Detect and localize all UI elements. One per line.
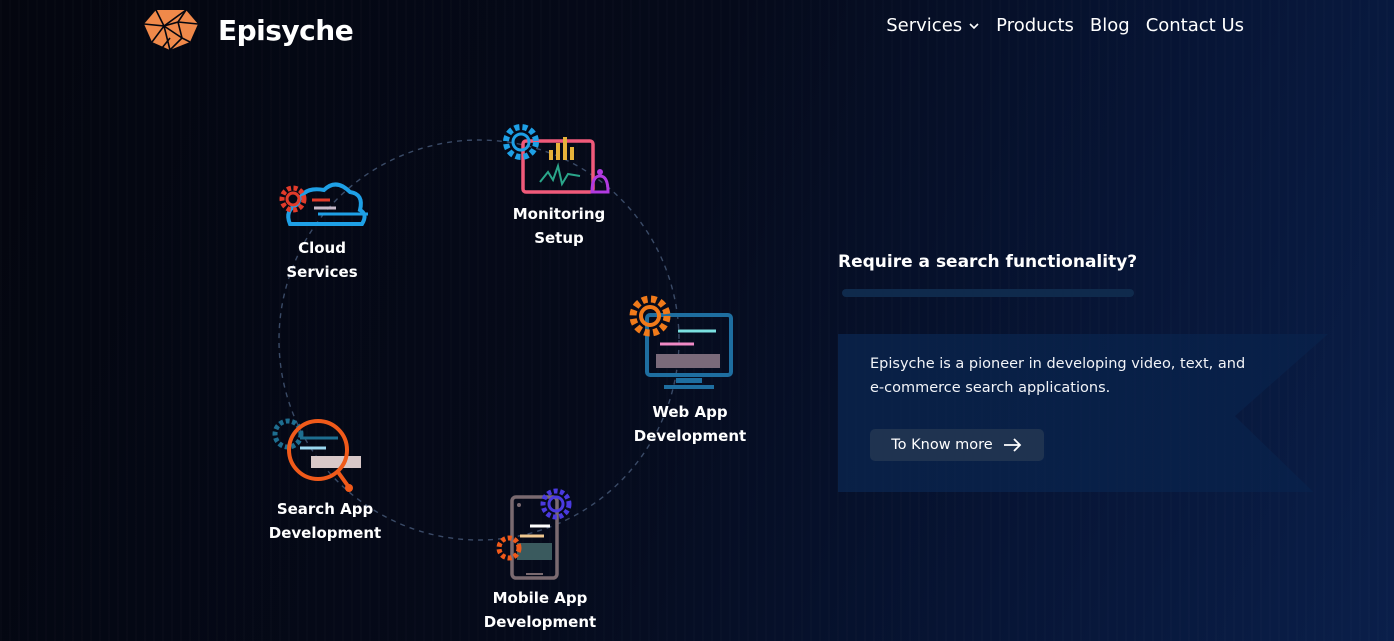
services-orbit (272, 124, 733, 580)
node-cloud-services[interactable]: Cloud Services (252, 236, 392, 284)
search-magnifier-icon[interactable] (272, 418, 361, 492)
know-more-button[interactable]: To Know more (870, 429, 1044, 461)
cloud-label-line1: Cloud (298, 239, 346, 257)
hero-headline: Require a search functionality? (838, 252, 1138, 272)
chevron-down-icon (969, 22, 979, 29)
monitoring-dashboard-icon[interactable] (503, 124, 610, 194)
monitoring-label-line2: Setup (534, 229, 584, 247)
nav-products[interactable]: Products (996, 15, 1074, 36)
hero-description: Episyche is a pioneer in developing vide… (870, 356, 1246, 396)
orbit-ring (278, 139, 680, 541)
node-search-app-development[interactable]: Search App Development (255, 497, 395, 545)
node-monitoring-setup[interactable]: Monitoring Setup (489, 202, 629, 250)
nav-services-label: Services (886, 15, 963, 36)
nav-blog[interactable]: Blog (1090, 15, 1130, 36)
know-more-label: To Know more (891, 437, 993, 453)
search-label-line1: Search App (276, 500, 374, 518)
mobile-label-line2: Development (483, 613, 597, 631)
web-label-line2: Development (633, 427, 747, 445)
node-web-app-development[interactable]: Web App Development (620, 400, 760, 448)
arrow-right-icon (1003, 438, 1022, 452)
nav-contact-us[interactable]: Contact Us (1146, 15, 1244, 36)
monitoring-label-line1: Monitoring (512, 205, 606, 223)
mobile-label-line1: Mobile App (492, 589, 588, 607)
nav-services[interactable]: Services (886, 15, 980, 36)
headline-underline (842, 289, 1134, 297)
web-label-line1: Web App (652, 403, 728, 421)
main-nav: Services Products Blog Contact Us (886, 15, 1244, 36)
cloud-gear-icon[interactable] (279, 182, 368, 226)
search-label-line2: Development (268, 524, 382, 542)
cloud-label-line2: Services (286, 263, 358, 281)
node-mobile-app-development[interactable]: Mobile App Development (470, 586, 610, 634)
mobile-phone-gear-icon[interactable] (496, 488, 572, 580)
web-monitor-gear-icon[interactable] (629, 295, 733, 389)
